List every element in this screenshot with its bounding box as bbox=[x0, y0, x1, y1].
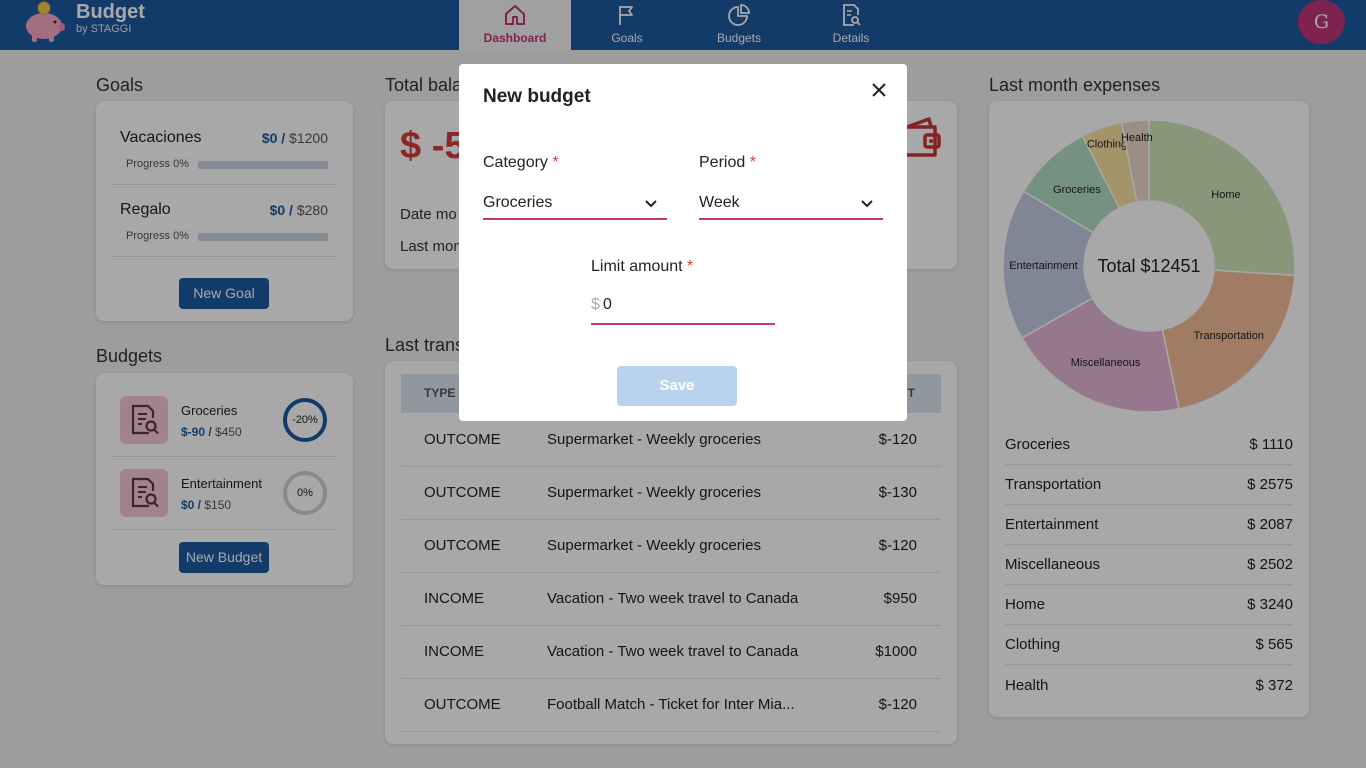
limit-amount-input[interactable]: $ 0 bbox=[591, 290, 775, 325]
close-icon[interactable] bbox=[867, 78, 891, 102]
dialog-title: New budget bbox=[483, 86, 591, 107]
category-select[interactable]: Groceries bbox=[483, 190, 667, 220]
period-value: Week bbox=[699, 194, 740, 211]
period-label: Period * bbox=[699, 154, 756, 171]
new-budget-dialog: New budget Category * Groceries Period *… bbox=[459, 64, 907, 421]
limit-amount-value: 0 bbox=[603, 296, 612, 313]
chevron-down-icon bbox=[861, 200, 873, 208]
category-label: Category * bbox=[483, 154, 559, 171]
save-button[interactable]: Save bbox=[617, 366, 737, 406]
limit-amount-label: Limit amount * bbox=[591, 258, 694, 275]
category-value: Groceries bbox=[483, 194, 553, 211]
chevron-down-icon bbox=[645, 200, 657, 208]
currency-prefix: $ bbox=[591, 296, 600, 313]
period-select[interactable]: Week bbox=[699, 190, 883, 220]
